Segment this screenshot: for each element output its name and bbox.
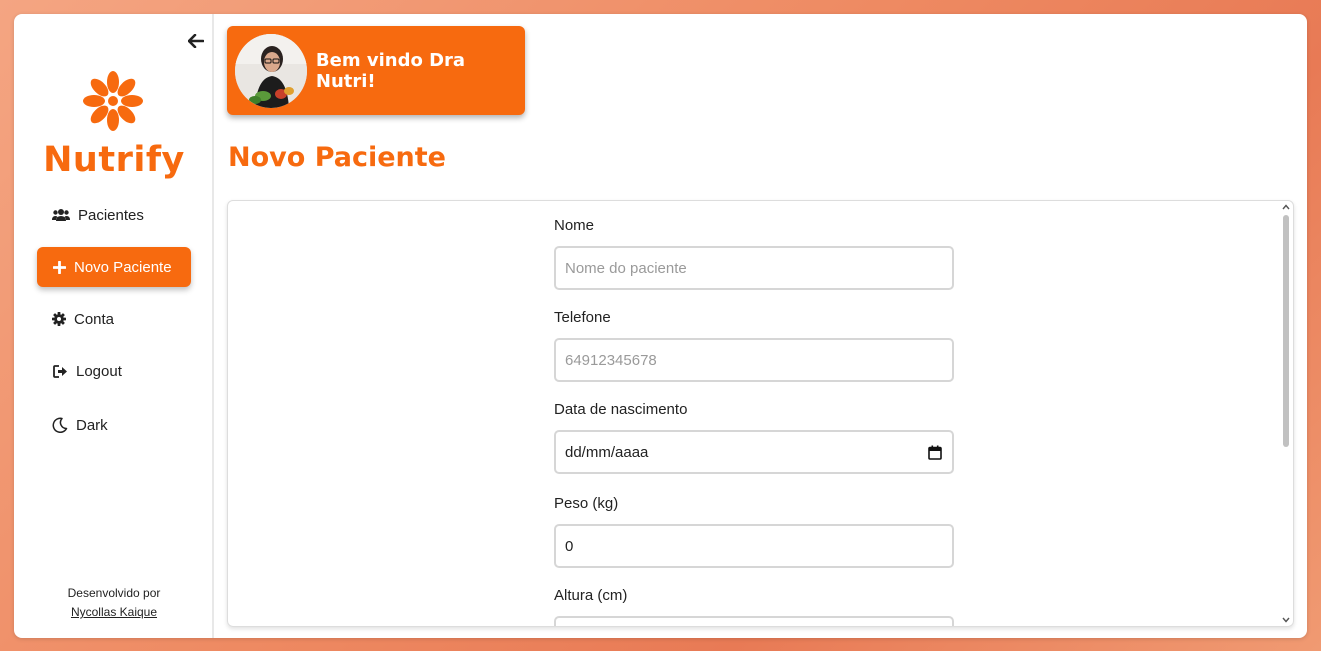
nome-field: Nome Nome do paciente [554,217,954,290]
altura-field: Altura (cm) [554,587,954,626]
sidebar: Nutrify Pacientes Novo Paciente Conta Lo… [14,14,214,638]
scroll-up-icon[interactable] [1282,203,1290,211]
calendar-icon[interactable] [928,445,942,460]
peso-field: Peso (kg) 0 [554,495,954,568]
sign-out-icon [52,363,68,379]
sidebar-item-label: Dark [76,416,108,434]
altura-label: Altura (cm) [554,587,628,604]
sidebar-item-label: Pacientes [78,206,144,224]
sidebar-item-conta[interactable]: Conta [37,299,114,339]
telefone-field: Telefone 64912345678 [554,309,954,382]
avatar [235,33,307,108]
plus-icon [52,259,66,275]
logo-text: Nutrify [43,140,185,180]
sidebar-item-dark[interactable]: Dark [37,405,108,445]
moon-icon [52,417,68,433]
scroll-thumb[interactable] [1283,215,1289,447]
arrow-left-icon [188,34,204,48]
date-value: dd/mm/aaaa [565,443,649,461]
app-window: Nutrify Pacientes Novo Paciente Conta Lo… [14,14,1307,638]
nome-input[interactable]: Nome do paciente [554,246,954,290]
telefone-label: Telefone [554,309,611,326]
form-scrollbar[interactable] [1279,201,1293,626]
peso-label: Peso (kg) [554,495,619,512]
credit-text: Desenvolvido por [67,586,161,600]
data-nascimento-field: Data de nascimento dd/mm/aaaa [554,401,954,474]
patient-form: Nome Nome do paciente Telefone 649123456… [227,200,1294,627]
nome-label: Nome [554,217,595,234]
scroll-down-icon[interactable] [1282,616,1290,624]
sidebar-item-label: Novo Paciente [74,258,172,276]
sidebar-item-logout[interactable]: Logout [37,351,122,391]
data-nascimento-input[interactable]: dd/mm/aaaa [554,430,954,474]
welcome-banner: Bem vindo Dra Nutri! [227,26,525,115]
data-nascimento-label: Data de nascimento [554,401,688,418]
credit-link[interactable]: Nycollas Kaique [71,605,157,619]
main-content: Bem vindo Dra Nutri! Novo Paciente Nome … [214,14,1307,638]
welcome-text: Bem vindo Dra Nutri! [315,49,466,92]
altura-input[interactable] [554,616,954,626]
page-title: Novo Paciente [228,142,446,173]
nutrify-logo-icon [83,71,143,131]
credit: Desenvolvido por Nycollas Kaique [14,584,214,622]
users-icon [52,207,70,223]
collapse-sidebar-button[interactable] [187,32,205,50]
sidebar-item-label: Logout [76,362,122,380]
telefone-input[interactable]: 64912345678 [554,338,954,382]
gear-icon [52,311,66,327]
sidebar-item-label: Conta [74,310,115,328]
sidebar-item-pacientes[interactable]: Pacientes [37,195,144,235]
sidebar-item-novo-paciente[interactable]: Novo Paciente [37,247,191,287]
peso-input[interactable]: 0 [554,524,954,568]
